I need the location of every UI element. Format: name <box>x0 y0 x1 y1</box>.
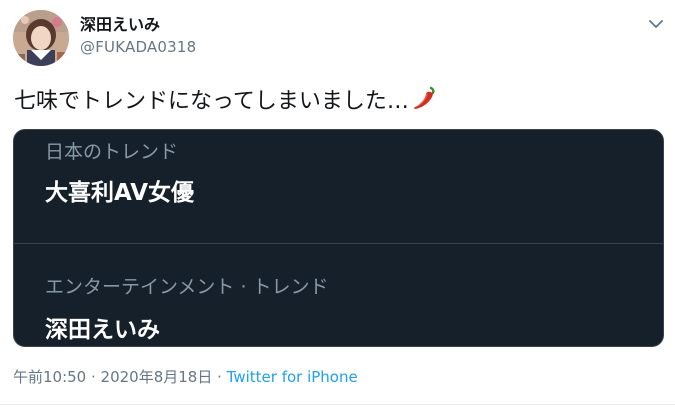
display-name[interactable]: 深田えいみ <box>80 15 160 35</box>
trend-item[interactable]: エンターテインメント · トレンド 深田えいみ <box>14 244 663 346</box>
trend-name: 大喜利AV女優 <box>45 180 195 206</box>
trend-item[interactable]: 日本のトレンド 大喜利AV女優 <box>14 130 663 243</box>
tweet: 深田えいみ @FUKADA0318 七味でトレンドになってしまいました… 日本の… <box>0 0 675 407</box>
timestamp[interactable]: 午前10:50 · 2020年8月18日 <box>13 368 212 386</box>
bottom-divider <box>0 404 675 405</box>
tweet-text: 七味でトレンドになってしまいました… <box>14 84 439 121</box>
tweet-body: 七味でトレンドになってしまいました… <box>14 89 409 114</box>
trend-card[interactable]: 日本のトレンド 大喜利AV女優 エンターテインメント · トレンド 深田えいみ <box>13 129 664 347</box>
source-link[interactable]: Twitter for iPhone <box>227 368 358 386</box>
tweet-meta: 午前10:50 · 2020年8月18日 · Twitter for iPhon… <box>13 367 358 387</box>
chili-pepper-icon <box>411 84 439 121</box>
trend-name: 深田えいみ <box>45 317 160 343</box>
trend-context: エンターテインメント · トレンド <box>45 276 329 298</box>
avatar-photo <box>13 10 69 66</box>
meta-separator: · <box>212 368 227 386</box>
avatar[interactable] <box>13 10 69 66</box>
trend-context: 日本のトレンド <box>45 141 179 163</box>
user-handle[interactable]: @FUKADA0318 <box>80 37 196 57</box>
chevron-down-icon[interactable] <box>646 14 666 34</box>
